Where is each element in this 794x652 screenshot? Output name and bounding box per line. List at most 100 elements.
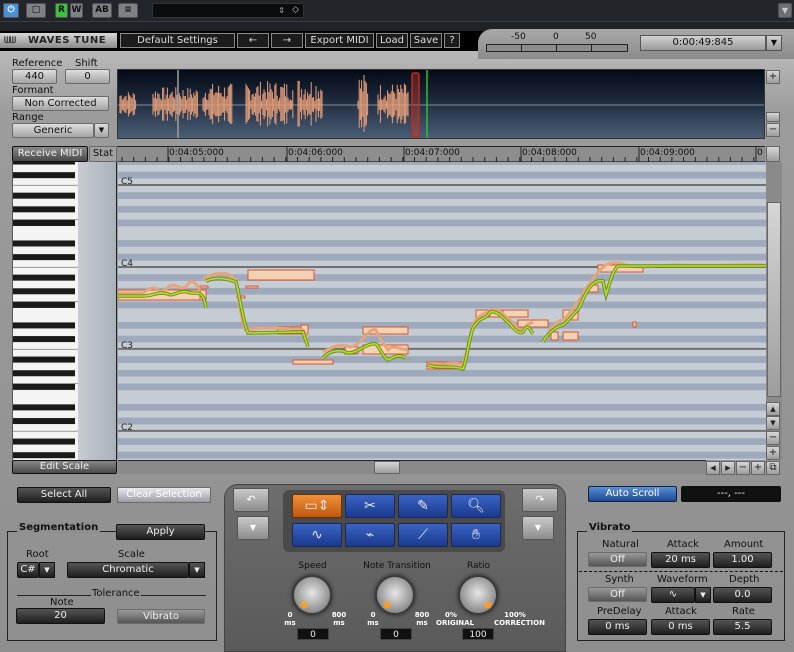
scale-dropdown-icon[interactable]: ▼: [189, 562, 205, 578]
timeline-ruler[interactable]: 0:04:05:000 0:04:06:000 0:04:07:000 0:04…: [117, 146, 765, 162]
root-select[interactable]: C#: [17, 562, 39, 578]
prev-preset-button[interactable]: ←: [237, 33, 269, 48]
ruler-corner-button[interactable]: [766, 146, 780, 162]
scroll-left-button[interactable]: ◀: [706, 461, 720, 475]
host-preset-field[interactable]: ⇕ ◇: [152, 3, 304, 18]
black-key: [13, 418, 75, 425]
scroll-up-button[interactable]: ▲: [766, 402, 780, 416]
scroll-down-button[interactable]: ▼: [766, 416, 780, 430]
overview-scroll-handle[interactable]: [766, 112, 780, 122]
natural-vibrato-toggle[interactable]: Off: [588, 552, 647, 567]
range-select[interactable]: Generic: [12, 123, 94, 138]
undo-history-button[interactable]: ▼: [237, 516, 269, 540]
horizontal-scrollbar[interactable]: [118, 460, 706, 474]
ratio-value[interactable]: 100: [462, 628, 494, 640]
line-tool-button[interactable]: ⟋: [398, 523, 448, 547]
black-key: [13, 322, 75, 329]
scissors-tool-button[interactable]: ✂: [345, 494, 395, 518]
attack-field[interactable]: 20 ms: [651, 552, 710, 568]
synth-vibrato-toggle[interactable]: Off: [588, 587, 647, 602]
power-button[interactable]: ⏻: [3, 3, 19, 18]
clear-selection-button[interactable]: Clear Selection: [117, 487, 211, 503]
next-preset-button[interactable]: →: [271, 33, 303, 48]
speed-value[interactable]: 0: [297, 628, 329, 640]
vertical-zoom-in-button[interactable]: +: [766, 446, 780, 460]
predelay-field[interactable]: 0 ms: [588, 619, 647, 635]
glue-tool-button[interactable]: ⌁: [345, 523, 395, 547]
preset-name-button[interactable]: Default Settings: [120, 33, 235, 48]
collapse-button[interactable]: ▼: [778, 3, 792, 18]
scroll-right-button[interactable]: ▶: [721, 461, 735, 475]
speed-knob[interactable]: [292, 575, 332, 615]
note-transition-value[interactable]: 0: [380, 628, 412, 640]
preset-stepper-icon[interactable]: ⇕: [278, 4, 285, 17]
pitch-lane: [118, 226, 766, 234]
amount-field[interactable]: 1.00: [713, 552, 772, 568]
waveform-overview[interactable]: [117, 69, 765, 139]
timecode-dropdown-icon[interactable]: ▼: [766, 35, 782, 51]
note-segment: [199, 285, 209, 289]
note-label-c4: C4: [121, 259, 134, 269]
reference-field[interactable]: 440: [12, 69, 57, 84]
save-button[interactable]: Save: [410, 33, 442, 48]
vibrato-divider: [579, 571, 783, 572]
shift-field[interactable]: 0: [65, 69, 110, 84]
ratio-knob[interactable]: [458, 575, 498, 615]
host-menu-button[interactable]: ≡: [118, 3, 138, 18]
receive-midi-button[interactable]: Receive MIDI: [12, 146, 88, 162]
load-button[interactable]: Load: [376, 33, 408, 48]
ruler-label: 0: [757, 148, 763, 158]
edit-scale-button[interactable]: Edit Scale: [12, 460, 117, 474]
pitch-lane: [118, 322, 766, 329]
vibrato-tolerance-button[interactable]: Vibrato: [117, 609, 205, 624]
export-midi-button[interactable]: Export MIDI: [305, 33, 374, 48]
segment-tool-button[interactable]: ▭⇕: [292, 494, 342, 518]
redo-button[interactable]: ↷: [522, 488, 558, 512]
waveform-dropdown-icon[interactable]: ▼: [695, 587, 711, 603]
pitch-editor-grid[interactable]: C5 C4 C3 C2: [118, 162, 766, 460]
pitch-lane: [118, 308, 766, 316]
formant-button[interactable]: Non Corrected: [12, 96, 109, 111]
timecode-display[interactable]: 0:00:49:845: [640, 35, 766, 51]
note-tolerance-field[interactable]: 20: [16, 608, 105, 624]
vscroll-thumb[interactable]: [767, 202, 781, 397]
apply-button[interactable]: Apply: [116, 524, 205, 540]
waves-logo-icon: ᗯᗯ: [4, 36, 16, 46]
range-dropdown-icon[interactable]: ▼: [94, 123, 109, 138]
formant-icon: ∿: [311, 527, 323, 543]
ab-compare-button[interactable]: AB: [92, 3, 112, 18]
formant-tool-button[interactable]: ∿: [292, 523, 342, 547]
pencil-tool-button[interactable]: ✎: [398, 494, 448, 518]
horizontal-zoom-in-button[interactable]: +: [751, 461, 765, 475]
preset-diamond-icon[interactable]: ◇: [292, 4, 299, 17]
scale-select[interactable]: Chromatic: [67, 562, 189, 578]
glue-icon: ⌁: [365, 527, 375, 543]
hscroll-thumb[interactable]: [374, 461, 400, 474]
write-automation-button[interactable]: W: [70, 3, 83, 18]
compare-button[interactable]: □: [26, 3, 46, 18]
hand-tool-button[interactable]: ✋︎: [451, 523, 501, 547]
horizontal-zoom-out-button[interactable]: −: [736, 461, 750, 475]
fit-view-button[interactable]: ⧉: [766, 461, 780, 475]
vertical-zoom-out-button[interactable]: −: [766, 431, 780, 445]
redo-history-button[interactable]: ▼: [522, 516, 554, 540]
synth-attack-field[interactable]: 0 ms: [651, 619, 710, 635]
auto-scroll-button[interactable]: Auto Scroll: [588, 486, 677, 502]
pitch-lane: [118, 328, 766, 336]
read-automation-button[interactable]: R: [55, 3, 68, 18]
undo-button[interactable]: ↶: [233, 488, 269, 512]
zoom-tool-button[interactable]: 🔍︎: [451, 494, 501, 518]
rate-field[interactable]: 5.5: [713, 619, 772, 635]
waveform-select[interactable]: ∿: [651, 587, 695, 603]
pitch-deviation-meter: [486, 44, 628, 52]
note-transition-knob[interactable]: [375, 575, 415, 615]
depth-field[interactable]: 0.0: [713, 587, 772, 603]
natural-label: Natural: [602, 539, 639, 550]
piano-keyboard[interactable]: [12, 162, 78, 460]
note-segment: [562, 331, 579, 341]
help-button[interactable]: ?: [444, 33, 460, 48]
root-dropdown-icon[interactable]: ▼: [39, 562, 55, 578]
select-all-button[interactable]: Select All: [17, 487, 111, 503]
overview-zoom-out-button[interactable]: −: [766, 123, 780, 137]
overview-zoom-in-button[interactable]: +: [766, 70, 780, 84]
